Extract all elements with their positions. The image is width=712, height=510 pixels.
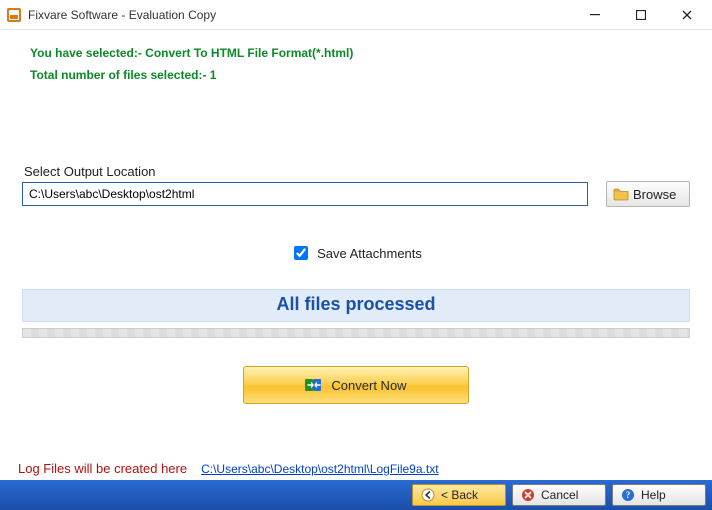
browse-label: Browse	[633, 187, 676, 202]
svg-text:?: ?	[626, 490, 631, 500]
help-button[interactable]: ? Help	[612, 484, 706, 506]
convert-row: Convert Now	[22, 366, 690, 404]
save-attachments-checkbox[interactable]	[294, 246, 308, 260]
progress-bar	[22, 328, 690, 338]
close-button[interactable]	[664, 1, 710, 29]
convert-icon	[305, 377, 323, 393]
back-button[interactable]: < Back	[412, 484, 506, 506]
status-bar: All files processed	[22, 289, 690, 322]
minimize-button[interactable]	[572, 1, 618, 29]
main-content: You have selected:- Convert To HTML File…	[0, 30, 712, 404]
log-path-link[interactable]: C:\Users\abc\Desktop\ost2html\LogFile9a.…	[201, 462, 438, 476]
file-count-text: Total number of files selected:- 1	[22, 62, 690, 84]
help-label: Help	[641, 488, 666, 502]
help-icon: ?	[621, 488, 635, 502]
log-row: Log Files will be created here C:\Users\…	[18, 461, 694, 476]
maximize-button[interactable]	[618, 1, 664, 29]
selected-format-text: You have selected:- Convert To HTML File…	[22, 40, 690, 62]
output-location-label: Select Output Location	[22, 164, 690, 181]
cancel-icon	[521, 488, 535, 502]
cancel-label: Cancel	[541, 488, 578, 502]
window-controls	[572, 1, 710, 29]
titlebar: Fixvare Software - Evaluation Copy	[0, 0, 712, 30]
app-icon	[6, 7, 22, 23]
folder-icon	[613, 187, 629, 201]
output-path-input[interactable]	[22, 182, 588, 206]
convert-now-button[interactable]: Convert Now	[243, 366, 469, 404]
output-section: Select Output Location Browse Save Attac…	[22, 164, 690, 404]
convert-now-label: Convert Now	[331, 378, 406, 393]
save-attachments-row: Save Attachments	[22, 243, 690, 263]
browse-button[interactable]: Browse	[606, 181, 690, 207]
log-label: Log Files will be created here	[18, 461, 187, 476]
window-title: Fixvare Software - Evaluation Copy	[28, 8, 572, 22]
back-arrow-icon	[421, 488, 435, 502]
back-label: < Back	[441, 488, 478, 502]
output-row: Browse	[22, 181, 690, 207]
cancel-button[interactable]: Cancel	[512, 484, 606, 506]
save-attachments-label: Save Attachments	[317, 246, 422, 261]
footer: < Back Cancel ? Help	[0, 480, 712, 510]
